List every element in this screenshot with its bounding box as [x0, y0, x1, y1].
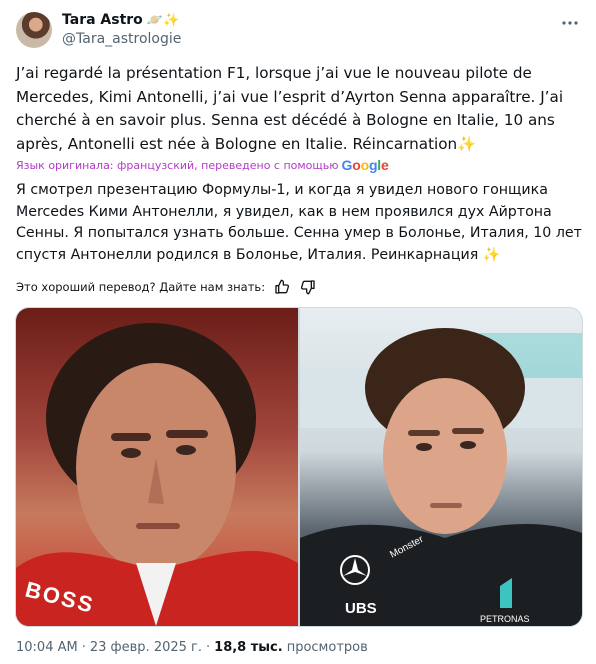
original-text: J’ai regardé la présentation F1, lorsque… [16, 62, 582, 156]
more-options-button[interactable] [560, 14, 580, 32]
translation-feedback: Это хороший перевод? Дайте нам знать: [16, 278, 317, 296]
original-text-body: J’ai regardé la présentation F1, lorsque… [16, 64, 564, 153]
display-name[interactable]: Tara Astro [62, 12, 143, 28]
google-logo: Google [341, 157, 389, 173]
name-emojis: 🪐✨ [146, 12, 180, 28]
feedback-prompt: Это хороший перевод? Дайте нам знать: [16, 280, 266, 294]
photo-left[interactable]: BOSS [16, 308, 298, 626]
thumbs-up-button[interactable] [273, 278, 291, 296]
thumbs-down-icon [301, 280, 315, 295]
translation-note-text: Язык оригинала: французский, переведено … [16, 158, 339, 172]
photo-right[interactable]: UBS Monster PETRONAS [300, 308, 582, 626]
translation-note[interactable]: Язык оригинала: французский, переведено … [16, 157, 389, 173]
more-horizontal-icon [562, 21, 578, 25]
portrait-illustration-right: UBS Monster PETRONAS [300, 328, 582, 626]
tweet-date[interactable]: 23 февр. 2025 г. [90, 640, 202, 655]
sparkles-emoji: ✨ [457, 134, 477, 153]
footer-separator-2: · [206, 640, 211, 655]
views-label: просмотров [286, 640, 368, 655]
translated-text: Я смотрел презентацию Формулы-1, и когда… [16, 180, 582, 266]
footer-separator: · [81, 640, 86, 655]
tweet-footer: 10:04 AM · 23 февр. 2025 г. · 18,8 тыс. … [16, 640, 368, 655]
tweet-time[interactable]: 10:04 AM [16, 640, 78, 655]
thumbs-up-icon [275, 279, 290, 294]
handle[interactable]: @Tara_astrologie [62, 31, 181, 47]
petronas-logo: PETRONAS [480, 614, 530, 624]
author-block: Tara Astro 🪐✨ @Tara_astrologie [62, 10, 181, 47]
avatar[interactable] [16, 12, 52, 48]
media-grid: BOSS UBS Monster PETRONAS [15, 307, 583, 627]
ubs-logo: UBS [345, 600, 377, 617]
portrait-illustration-left: BOSS [16, 323, 298, 626]
sparkles-emoji-translated: ✨ [482, 246, 501, 263]
views-count[interactable]: 18,8 тыс. [214, 640, 283, 655]
thumbs-down-button[interactable] [299, 278, 317, 296]
